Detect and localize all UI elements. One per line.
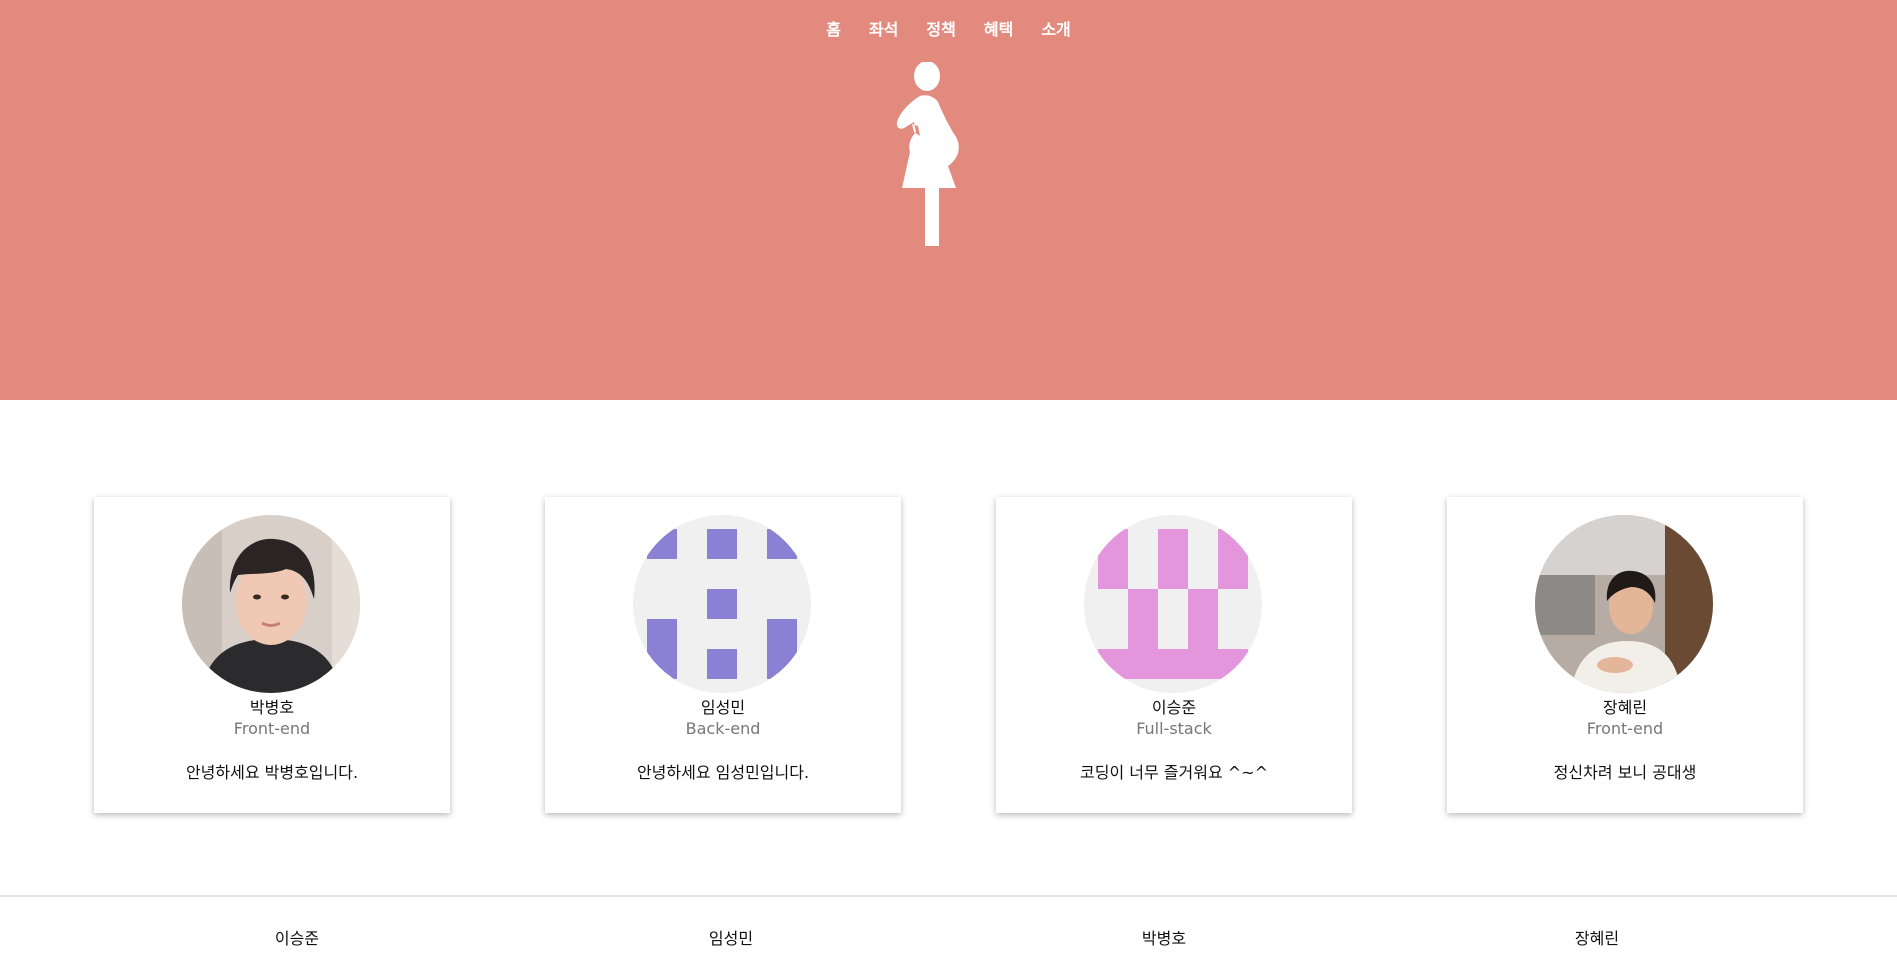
member-intro: 코딩이 너무 즐거워요 ^~^	[1080, 763, 1268, 782]
top-nav: 홈 좌석 정책 혜택 소개	[0, 16, 1897, 40]
pregnant-woman-icon	[880, 61, 980, 252]
team-card: 박병호 Front-end 안녕하세요 박병호입니다.	[94, 497, 450, 813]
footer-name: 박병호	[1141, 929, 1187, 948]
footer-name: 이승준	[274, 929, 320, 948]
member-intro: 안녕하세요 박병호입니다.	[185, 763, 359, 782]
nav-home[interactable]: 홈	[826, 16, 841, 40]
team-card: 이승준 Full-stack 코딩이 너무 즐거워요 ^~^	[996, 497, 1352, 813]
footer-name: 장혜린	[1574, 929, 1620, 948]
avatar	[633, 515, 811, 693]
member-role: Full-stack	[1136, 719, 1212, 738]
hero-banner: 홈 좌석 정책 혜택 소개	[0, 0, 1897, 400]
member-name: 임성민	[700, 698, 746, 717]
avatar	[1535, 515, 1713, 693]
member-role: Front-end	[1586, 719, 1664, 738]
nav-about[interactable]: 소개	[1041, 16, 1070, 40]
member-name: 장혜린	[1602, 698, 1648, 717]
member-role: Front-end	[233, 719, 311, 738]
member-name: 이승준	[1151, 698, 1197, 717]
member-role: Back-end	[685, 719, 761, 738]
avatar	[182, 515, 360, 693]
avatar	[1084, 515, 1262, 693]
member-name: 박병호	[249, 698, 295, 717]
team-card: 장혜린 Front-end 정신차려 보니 공대생	[1447, 497, 1803, 813]
footer: 이승준 임성민 박병호 장혜린	[0, 895, 1897, 975]
nav-policy[interactable]: 정책	[926, 16, 955, 40]
footer-name: 임성민	[708, 929, 754, 948]
member-intro: 안녕하세요 임성민입니다.	[636, 763, 810, 782]
team-card: 임성민 Back-end 안녕하세요 임성민입니다.	[545, 497, 901, 813]
nav-benefits[interactable]: 혜택	[984, 16, 1013, 40]
nav-seats[interactable]: 좌석	[869, 16, 898, 40]
member-intro: 정신차려 보니 공대생	[1553, 763, 1697, 782]
